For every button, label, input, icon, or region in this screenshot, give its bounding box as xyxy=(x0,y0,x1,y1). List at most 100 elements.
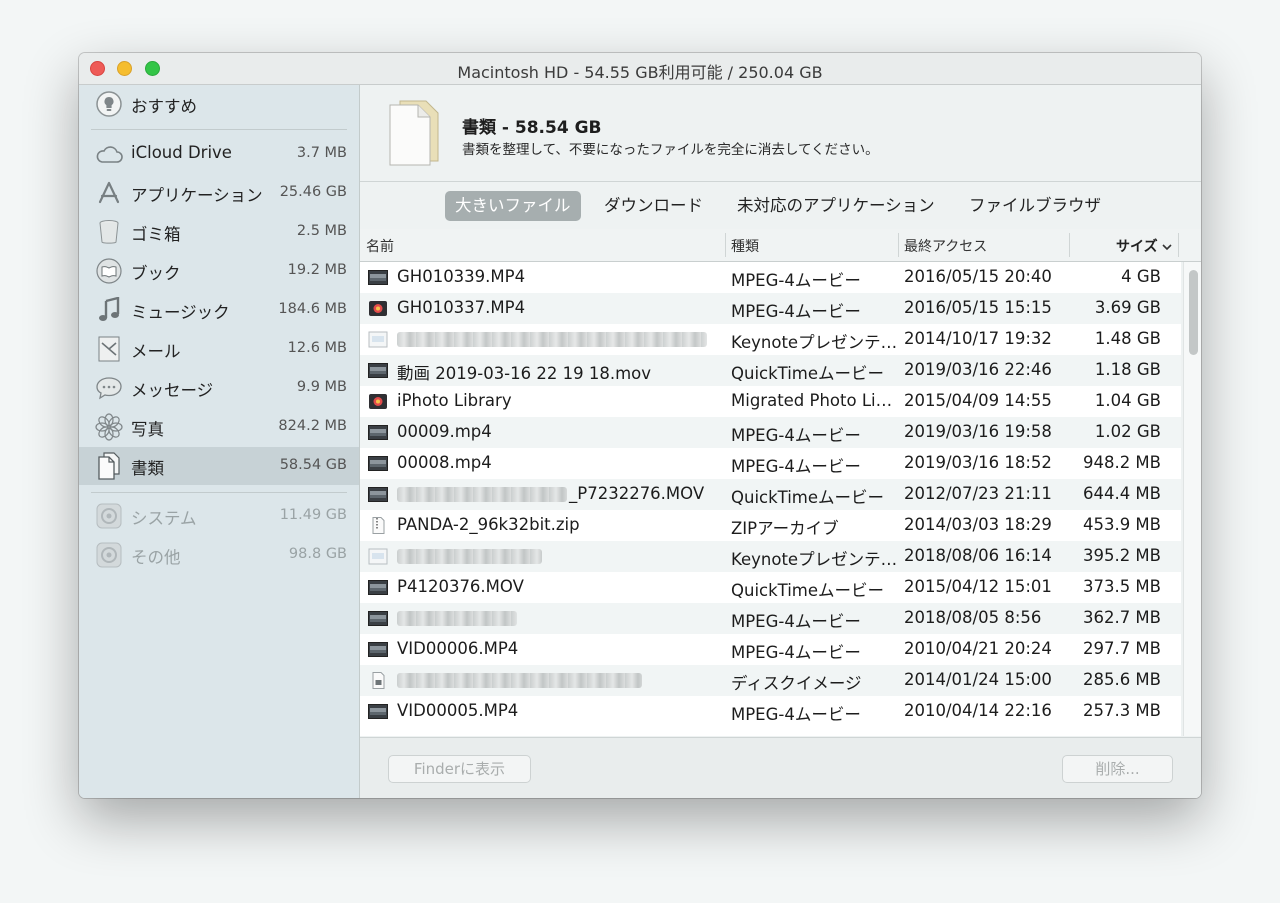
zip-file-icon xyxy=(368,517,388,534)
redacted-filename xyxy=(397,332,707,347)
sidebar-item-size: 58.54 GB xyxy=(279,457,347,473)
file-kind: QuickTimeムービー xyxy=(731,364,885,383)
column-header-size[interactable]: サイズ xyxy=(1116,236,1173,256)
title-bar: Macintosh HD - 54.55 GB利用可能 / 250.04 GB xyxy=(79,53,1201,85)
sidebar: おすすめ iCloud Drive 3.7 MB アプリケーション 25.46 … xyxy=(79,85,360,798)
table-row[interactable]: GH010339.MP4 MPEG-4ムービー 2016/05/15 20:40 4 … xyxy=(360,262,1181,293)
scrollbar-thumb[interactable] xyxy=(1189,270,1198,355)
file-name: PANDA-2_96k32bit.zip xyxy=(397,515,580,534)
disk-image-icon xyxy=(368,672,388,689)
sidebar-item-photos[interactable]: 写真 824.2 MB xyxy=(79,408,359,446)
file-last-access: 2015/04/12 15:01 xyxy=(904,577,1052,596)
column-header-last-access[interactable]: 最終アクセス xyxy=(904,236,987,256)
table-row[interactable]: PANDA-2_96k32bit.zip ZIPアーカイブ 2014/03/03 1… xyxy=(360,510,1181,541)
sidebar-item-mail[interactable]: メール 12.6 MB xyxy=(79,330,359,368)
table-row[interactable]: VID00005.MP4 MPEG-4ムービー 2010/04/14 22:16 25… xyxy=(360,696,1181,727)
photo-library-icon xyxy=(368,300,388,317)
category-header: 書類 - 58.54 GB 書類を整理して、不要になったファイルを完全に消去して… xyxy=(360,85,1201,182)
file-last-access: 2019/03/16 18:52 xyxy=(904,453,1052,472)
table-row[interactable]: Keynoteプレゼンテ… 2014/10/17 19:32 1.48 GB xyxy=(360,324,1181,355)
sidebar-item-size: 19.2 MB xyxy=(287,262,347,278)
file-last-access: 2019/03/16 22:46 xyxy=(904,360,1052,379)
table-row[interactable]: VID00006.MP4 MPEG-4ムービー 2010/04/21 20:24 29… xyxy=(360,634,1181,665)
table-row[interactable]: ディスクイメージ 2014/01/24 15:00 285.6 MB xyxy=(360,665,1181,696)
file-size: 297.7 MB xyxy=(1082,639,1161,658)
mail-icon xyxy=(95,335,123,363)
sidebar-item-label: iCloud Drive xyxy=(131,143,232,162)
column-divider[interactable] xyxy=(898,233,899,257)
sidebar-item-label: ブック xyxy=(131,264,181,283)
redacted-filename xyxy=(397,549,542,564)
table-row[interactable]: 動画 2019-03-16 22 19 18.mov QuickTimeムービー 2… xyxy=(360,355,1181,386)
column-divider[interactable] xyxy=(725,233,726,257)
column-header-kind[interactable]: 種類 xyxy=(731,236,759,256)
table-row[interactable]: 00009.mp4 MPEG-4ムービー 2019/03/16 19:58 1.02 … xyxy=(360,417,1181,448)
sidebar-divider xyxy=(91,492,347,493)
vertical-scrollbar[interactable] xyxy=(1183,262,1201,736)
redacted-filename xyxy=(397,487,567,502)
document-stack-icon xyxy=(388,99,440,167)
sidebar-item-messages[interactable]: メッセージ 9.9 MB xyxy=(79,369,359,407)
column-divider[interactable] xyxy=(1069,233,1070,257)
file-size: 373.5 MB xyxy=(1082,577,1161,596)
video-thumb-icon xyxy=(368,455,388,472)
table-row[interactable]: _P7232276.MOV QuickTimeムービー 2012/07/23 21:… xyxy=(360,479,1181,510)
file-kind: Keynoteプレゼンテ… xyxy=(731,550,898,569)
table-row[interactable]: GH010337.MP4 MPEG-4ムービー 2016/05/15 15:15 3.… xyxy=(360,293,1181,324)
table-row[interactable]: 00008.mp4 MPEG-4ムービー 2019/03/16 18:52 948.2… xyxy=(360,448,1181,479)
video-thumb-icon xyxy=(368,424,388,441)
sidebar-item-label: システム xyxy=(131,509,197,528)
video-thumb-icon xyxy=(368,486,388,503)
file-size: 453.9 MB xyxy=(1082,515,1161,534)
video-thumb-icon xyxy=(368,703,388,720)
sidebar-item-books[interactable]: ブック 19.2 MB xyxy=(79,252,359,290)
sidebar-item-recommend[interactable]: おすすめ xyxy=(79,85,359,123)
sidebar-item-size: 98.8 GB xyxy=(288,546,347,562)
sidebar-item-size: 9.9 MB xyxy=(296,379,347,395)
file-kind: Keynoteプレゼンテ… xyxy=(731,333,898,352)
file-name: VID00005.MP4 xyxy=(397,701,519,720)
video-thumb-icon xyxy=(368,641,388,658)
document-icon xyxy=(95,452,123,480)
file-last-access: 2016/05/15 20:40 xyxy=(904,267,1052,286)
file-kind: MPEG-4ムービー xyxy=(731,457,861,476)
sidebar-item-music[interactable]: ミュージック 184.6 MB xyxy=(79,291,359,329)
file-size: 4 GB xyxy=(1121,267,1161,286)
delete-button[interactable]: 削除... xyxy=(1062,755,1173,783)
table-row[interactable]: iPhoto Library Migrated Photo Li… 2015/04/… xyxy=(360,386,1181,417)
column-divider[interactable] xyxy=(1178,233,1179,257)
sidebar-item-documents[interactable]: 書類 58.54 GB xyxy=(79,447,359,485)
tab-large-files[interactable]: 大きいファイル xyxy=(445,191,581,221)
view-tabs: 大きいファイル ダウンロード 未対応のアプリケーション ファイルブラウザ xyxy=(360,188,1201,228)
redacted-filename xyxy=(397,611,517,626)
sidebar-item-system[interactable]: システム 11.49 GB xyxy=(79,497,359,535)
tab-file-browser[interactable]: ファイルブラウザ xyxy=(959,191,1111,221)
file-last-access: 2019/03/16 19:58 xyxy=(904,422,1052,441)
table-row[interactable]: Keynoteプレゼンテ… 2018/08/06 16:14 395.2 MB xyxy=(360,541,1181,572)
sidebar-item-icloud-drive[interactable]: iCloud Drive 3.7 MB xyxy=(79,135,359,173)
sidebar-item-label: おすすめ xyxy=(131,97,197,116)
tab-unsupported-apps[interactable]: 未対応のアプリケーション xyxy=(727,191,945,221)
sidebar-item-size: 2.5 MB xyxy=(296,223,347,239)
table-row[interactable]: MPEG-4ムービー 2018/08/05 8:56 362.7 MB xyxy=(360,603,1181,634)
sidebar-item-size: 184.6 MB xyxy=(278,301,347,317)
file-name: iPhoto Library xyxy=(397,391,512,410)
chat-bubble-icon xyxy=(95,374,123,402)
file-size: 1.02 GB xyxy=(1094,422,1161,441)
sidebar-item-size: 3.7 MB xyxy=(296,145,347,161)
sidebar-item-applications[interactable]: アプリケーション 25.46 GB xyxy=(79,174,359,212)
column-header-name[interactable]: 名前 xyxy=(366,236,394,256)
sidebar-item-other[interactable]: その他 98.8 GB xyxy=(79,536,359,574)
photos-flower-icon xyxy=(95,413,123,441)
video-thumb-icon xyxy=(368,579,388,596)
file-size: 1.04 GB xyxy=(1094,391,1161,410)
storage-management-window: Macintosh HD - 54.55 GB利用可能 / 250.04 GB … xyxy=(79,53,1201,798)
keynote-file-icon xyxy=(368,548,388,565)
table-row[interactable]: P4120376.MOV QuickTimeムービー 2015/04/12 15:0… xyxy=(360,572,1181,603)
sidebar-item-trash[interactable]: ゴミ箱 2.5 MB xyxy=(79,213,359,251)
video-thumb-icon xyxy=(368,362,388,379)
show-in-finder-button[interactable]: Finderに表示 xyxy=(388,755,531,783)
sidebar-item-label: メール xyxy=(131,342,181,361)
tab-downloads[interactable]: ダウンロード xyxy=(594,191,713,221)
category-title: 書類 - 58.54 GB xyxy=(462,118,602,138)
